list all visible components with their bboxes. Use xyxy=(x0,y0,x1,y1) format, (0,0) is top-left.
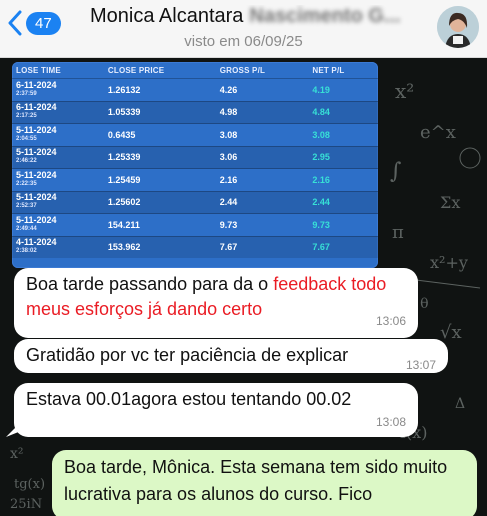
trade-row: 5-11-2024 2:22:35 1.25459 2.16 2.16 xyxy=(12,168,378,191)
trade-close-time: 5-11-2024 2:52:37 xyxy=(12,190,104,214)
trade-gross-pl: 9.73 xyxy=(215,213,309,236)
contact-name[interactable]: Monica Alcantara Nascimento G... xyxy=(90,5,420,28)
trade-time: 2:04:55 xyxy=(16,135,37,142)
trade-date: 5-11-2024 xyxy=(16,214,57,225)
trade-time: 2:46:22 xyxy=(16,158,37,165)
trade-net-pl: 9.73 xyxy=(308,213,378,236)
trade-row: 5-11-2024 2:04:55 0.6435 3.08 3.08 xyxy=(12,123,378,146)
trade-date: 5-11-2024 xyxy=(16,169,57,180)
svg-text:x²: x² xyxy=(395,79,414,103)
trade-gross-pl: 3.06 xyxy=(215,145,309,169)
col-net-pl: NET P/L xyxy=(312,65,345,75)
trade-net-pl: 2.44 xyxy=(308,190,378,214)
trade-date: 5-11-2024 xyxy=(16,192,57,203)
message-time: 13:08 xyxy=(375,415,406,429)
trade-date: 6-11-2024 xyxy=(16,79,57,90)
trade-date: 6-11-2024 xyxy=(16,102,57,113)
message-time: 13:07 xyxy=(405,358,436,372)
col-close-price: CLOSE PRICE xyxy=(107,65,165,75)
last-seen-status: visto em 06/09/25 xyxy=(184,33,303,50)
outgoing-message[interactable]: Boa tarde, Mônica. Esta semana tem sido … xyxy=(52,450,477,516)
trade-time: 2:37:59 xyxy=(16,90,37,97)
trade-time: 2:17:25 xyxy=(16,113,37,120)
trade-time: 2:38:02 xyxy=(16,248,37,255)
trade-row: 5-11-2024 2:46:22 1.25339 3.06 2.95 xyxy=(12,145,378,169)
svg-text:e^x: e^x xyxy=(420,122,456,143)
trade-close-price: 1.25459 xyxy=(103,168,216,191)
trade-gross-pl: 3.08 xyxy=(215,123,309,146)
svg-text:Δ: Δ xyxy=(455,396,465,412)
trade-close-price: 1.26132 xyxy=(103,78,216,101)
trade-close-time: 4-11-2024 2:38:02 xyxy=(12,235,104,258)
avatar[interactable] xyxy=(437,6,479,48)
incoming-message-2[interactable]: Gratidão por vc ter paciência de explica… xyxy=(14,339,448,373)
svg-text:x²+y: x²+y xyxy=(430,253,468,272)
trade-date: 5-11-2024 xyxy=(16,124,57,135)
trade-close-time: 6-11-2024 2:17:25 xyxy=(12,100,104,124)
trade-row: 6-11-2024 2:37:59 1.26132 4.26 4.19 xyxy=(12,78,378,101)
trade-net-pl: 7.67 xyxy=(308,235,378,258)
trade-close-price: 1.05339 xyxy=(103,100,216,124)
contact-name-text: Monica Alcantara xyxy=(90,5,244,27)
unread-count-badge: 47 xyxy=(26,11,61,35)
col-close-time: LOSE TIME xyxy=(16,65,61,75)
trade-gross-pl: 4.26 xyxy=(215,78,309,101)
message-text: Gratidão por vc ter paciência de explica… xyxy=(26,345,349,365)
chat-header: 47 Monica Alcantara Nascimento G... visto… xyxy=(0,0,487,58)
trade-close-price: 1.25602 xyxy=(103,190,216,214)
svg-text:π: π xyxy=(392,222,404,243)
trade-history-table: LOSE TIME CLOSE PRICE GROSS P/L NET P/L … xyxy=(12,62,378,258)
svg-text:25iN: 25iN xyxy=(10,497,42,512)
svg-text:x²: x² xyxy=(10,446,24,462)
col-gross-pl: GROSS P/L xyxy=(219,65,266,75)
trade-date: 4-11-2024 xyxy=(16,237,57,248)
trade-net-pl: 3.08 xyxy=(308,123,378,146)
message-text: Boa tarde passando para da o xyxy=(26,274,274,294)
trade-net-pl: 2.16 xyxy=(308,168,378,191)
avatar-photo xyxy=(437,6,479,48)
trade-net-pl: 4.84 xyxy=(308,100,378,124)
trade-close-time: 5-11-2024 2:49:44 xyxy=(12,213,104,236)
trade-time: 2:52:37 xyxy=(16,203,37,210)
trade-time: 2:22:35 xyxy=(16,180,37,187)
incoming-message-1[interactable]: Boa tarde passando para da o feedback to… xyxy=(14,268,418,338)
trade-close-time: 5-11-2024 2:04:55 xyxy=(12,123,104,146)
svg-text:∫: ∫ xyxy=(390,159,402,184)
svg-text:tg(x): tg(x) xyxy=(14,477,45,492)
trade-gross-pl: 7.67 xyxy=(215,235,309,258)
trade-close-price: 0.6435 xyxy=(103,123,216,146)
svg-text:Σx: Σx xyxy=(440,193,460,212)
contact-name-blurred: Nascimento G... xyxy=(249,5,401,27)
trade-row: 5-11-2024 2:52:37 1.25602 2.44 2.44 xyxy=(12,190,378,214)
trade-gross-pl: 2.44 xyxy=(215,190,309,214)
trade-time: 2:49:44 xyxy=(16,225,37,232)
trade-close-time: 5-11-2024 2:46:22 xyxy=(12,145,104,169)
trade-row: 6-11-2024 2:17:25 1.05339 4.98 4.84 xyxy=(12,100,378,124)
screenshot-image-message[interactable]: LOSE TIME CLOSE PRICE GROSS P/L NET P/L … xyxy=(12,62,378,268)
trade-row: 4-11-2024 2:38:02 153.962 7.67 7.67 xyxy=(12,235,378,258)
svg-text:√x: √x xyxy=(440,322,462,343)
trade-close-price: 1.25339 xyxy=(103,145,216,169)
message-text: Estava 00.01agora estou tentando 00.02 xyxy=(26,389,352,409)
trade-net-pl: 4.19 xyxy=(308,78,378,101)
message-text: Boa tarde, Mônica. Esta semana tem sido … xyxy=(64,457,448,504)
trade-gross-pl: 2.16 xyxy=(215,168,309,191)
chat-area[interactable]: x² e^x ∫ Σx π x²+y sin θ √x ab Δ f(x) x²… xyxy=(0,58,487,516)
trade-net-pl: 2.95 xyxy=(308,145,378,169)
trade-date: 5-11-2024 xyxy=(16,147,57,158)
message-time: 13:06 xyxy=(375,314,406,328)
incoming-message-3[interactable]: Estava 00.01agora estou tentando 00.02 13… xyxy=(14,383,418,437)
trade-close-price: 153.962 xyxy=(103,235,216,258)
trade-close-time: 5-11-2024 2:22:35 xyxy=(12,168,104,191)
trade-row: 5-11-2024 2:49:44 154.211 9.73 9.73 xyxy=(12,213,378,236)
trade-close-price: 154.211 xyxy=(103,213,216,236)
trade-close-time: 6-11-2024 2:37:59 xyxy=(12,78,104,101)
trade-gross-pl: 4.98 xyxy=(215,100,309,124)
